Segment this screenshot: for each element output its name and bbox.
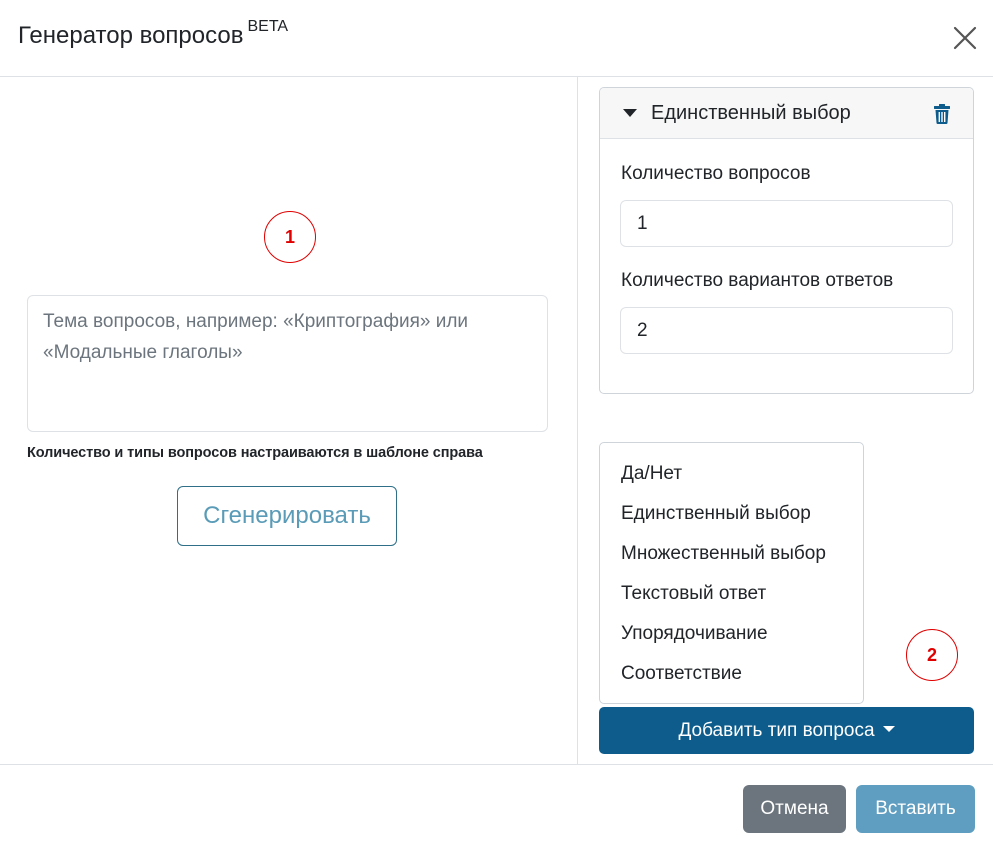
cancel-button[interactable]: Отмена (743, 785, 846, 833)
caret-down-icon (882, 725, 895, 732)
modal-footer: Отмена Вставить (0, 764, 993, 848)
left-pane: 1 Количество и типы вопросов настраивают… (0, 77, 578, 764)
topic-input[interactable] (27, 295, 548, 432)
answers-count-input[interactable] (620, 307, 953, 354)
beta-badge: BETA (247, 18, 289, 35)
card-title: Единственный выбор (651, 102, 851, 124)
answers-count-label: Количество вариантов ответов (621, 270, 894, 291)
close-icon[interactable] (951, 24, 979, 52)
generate-button[interactable]: Сгенерировать (177, 486, 397, 546)
add-question-type-button[interactable]: Добавить тип вопроса (599, 707, 974, 754)
menu-item-yes-no[interactable]: Да/Нет (600, 454, 863, 494)
caret-down-icon[interactable] (623, 109, 637, 117)
question-template-card: Единственный выбор Количество вопросов К… (599, 87, 974, 394)
modal-title: Генератор вопросов BETA (18, 18, 288, 50)
modal-title-text: Генератор вопросов (18, 22, 244, 49)
questions-count-input[interactable] (620, 200, 953, 247)
menu-item-multiple-choice[interactable]: Множественный выбор (600, 534, 863, 574)
menu-item-matching[interactable]: Соответствие (600, 654, 863, 694)
modal-header: Генератор вопросов BETA (0, 0, 993, 77)
template-hint: Количество и типы вопросов настраиваются… (27, 445, 483, 461)
menu-item-ordering[interactable]: Упорядочивание (600, 614, 863, 654)
menu-item-text-answer[interactable]: Текстовый ответ (600, 574, 863, 614)
insert-button[interactable]: Вставить (856, 785, 975, 833)
annotation-marker-1: 1 (264, 211, 316, 263)
questions-count-label: Количество вопросов (621, 163, 811, 184)
question-type-menu: Да/Нет Единственный выбор Множественный … (599, 442, 864, 704)
card-header[interactable]: Единственный выбор (600, 88, 973, 139)
annotation-marker-2: 2 (906, 629, 958, 681)
add-question-type-label: Добавить тип вопроса (678, 719, 875, 741)
menu-item-single-choice[interactable]: Единственный выбор (600, 494, 863, 534)
trash-icon[interactable] (933, 104, 951, 124)
